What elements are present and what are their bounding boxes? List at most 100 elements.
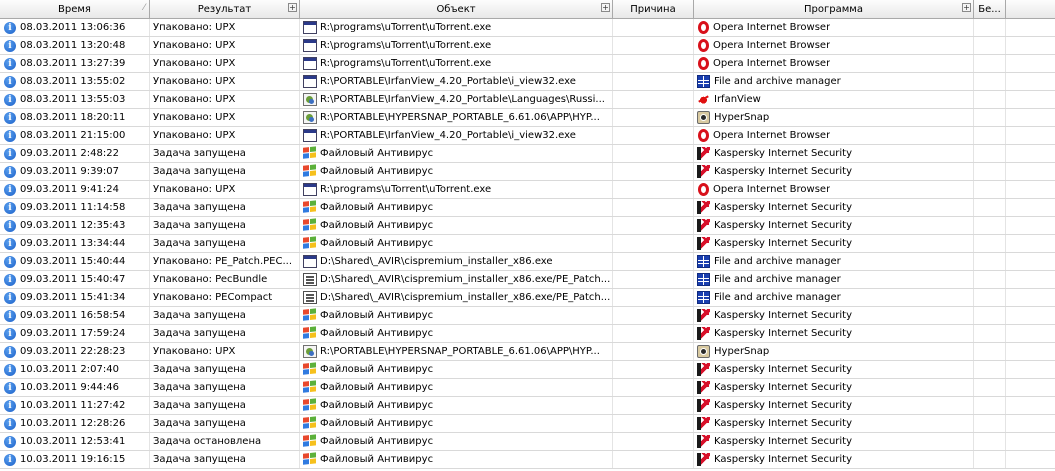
windows-flag-icon (303, 218, 317, 233)
column-header-object[interactable]: Объект + (300, 0, 613, 18)
cell-object: Файловый Антивирус (300, 163, 613, 180)
result-text: Упаковано: UPX (153, 22, 236, 33)
cell-time: i 10.03.2011 12:53:41 (0, 433, 150, 450)
column-header-be[interactable]: Бе... (974, 0, 1006, 18)
kaspersky-icon (697, 417, 710, 430)
table-row[interactable]: i 09.03.2011 15:40:47 Упаковано: PecBundle… (0, 271, 1055, 289)
object-text: Файловый Антивирус (320, 418, 434, 429)
object-text: R:\PORTABLE\IrfanView_4.20_Portable\i_vi… (320, 130, 576, 141)
table-row[interactable]: i 09.03.2011 13:34:44 Задача запущена Файло… (0, 235, 1055, 253)
program-text: File and archive manager (714, 292, 841, 303)
time-text: 09.03.2011 17:59:24 (20, 328, 126, 339)
table-row[interactable]: i 10.03.2011 11:27:42 Задача запущена Файло… (0, 397, 1055, 415)
cell-result: Упаковано: UPX (150, 127, 300, 144)
cell-be (974, 361, 1006, 378)
cell-be (974, 199, 1006, 216)
cell-program: Opera Internet Browser (694, 55, 974, 72)
cell-be (974, 397, 1006, 414)
windows-flag-icon (303, 452, 317, 467)
cell-reason (613, 307, 694, 324)
cell-time: i 08.03.2011 21:15:00 (0, 127, 150, 144)
cell-filler (1006, 19, 1055, 36)
info-icon: i (4, 399, 16, 412)
kaspersky-icon (697, 165, 710, 178)
cell-program: File and archive manager (694, 253, 974, 270)
cell-be (974, 325, 1006, 342)
table-row[interactable]: i 09.03.2011 16:58:54 Задача запущена Файло… (0, 307, 1055, 325)
cell-time: i 08.03.2011 13:55:03 (0, 91, 150, 108)
cell-result: Задача запущена (150, 379, 300, 396)
table-row[interactable]: i 08.03.2011 13:55:03 Упаковано: UPX R:\POR… (0, 91, 1055, 109)
table-row[interactable]: i 08.03.2011 21:15:00 Упаковано: UPX R:\POR… (0, 127, 1055, 145)
program-text: Opera Internet Browser (713, 58, 831, 69)
table-row[interactable]: i 09.03.2011 22:28:23 Упаковано: UPX R:\POR… (0, 343, 1055, 361)
result-text: Упаковано: UPX (153, 130, 236, 141)
program-text: Kaspersky Internet Security (714, 364, 853, 375)
table-row[interactable]: i 10.03.2011 19:16:15 Задача запущена Файло… (0, 451, 1055, 469)
cell-be (974, 271, 1006, 288)
cell-reason (613, 109, 694, 126)
object-text: R:\programs\uTorrent\uTorrent.exe (320, 40, 492, 51)
table-row[interactable]: i 08.03.2011 18:20:11 Упаковано: UPX R:\POR… (0, 109, 1055, 127)
cell-result: Задача запущена (150, 451, 300, 468)
table-row[interactable]: i 09.03.2011 17:59:24 Задача запущена Файло… (0, 325, 1055, 343)
object-text: Файловый Антивирус (320, 238, 434, 249)
column-header-result[interactable]: Результат + (150, 0, 300, 18)
time-text: 09.03.2011 9:39:07 (20, 166, 119, 177)
object-text: R:\PORTABLE\IrfanView_4.20_Portable\i_vi… (320, 76, 576, 87)
executable-file-icon (303, 129, 317, 142)
time-text: 09.03.2011 15:40:47 (20, 274, 126, 285)
column-header-program[interactable]: Программа + (694, 0, 974, 18)
table-row[interactable]: i 09.03.2011 15:41:34 Упаковано: PECompact… (0, 289, 1055, 307)
cell-result: Задача запущена (150, 145, 300, 162)
column-header-time[interactable]: Время ⁄ (0, 0, 150, 18)
table-row[interactable]: i 08.03.2011 13:27:39 Упаковано: UPX R:\pro… (0, 55, 1055, 73)
program-text: HyperSnap (714, 346, 770, 357)
info-icon: i (4, 453, 16, 466)
cell-be (974, 19, 1006, 36)
cell-program: Opera Internet Browser (694, 127, 974, 144)
object-text: Файловый Антивирус (320, 364, 434, 375)
column-header-filler (1006, 0, 1055, 18)
table-row[interactable]: i 10.03.2011 9:44:46 Задача запущена Файлов… (0, 379, 1055, 397)
cell-result: Задача запущена (150, 397, 300, 414)
cell-be (974, 109, 1006, 126)
object-text: R:\PORTABLE\IrfanView_4.20_Portable\Lang… (320, 94, 605, 105)
table-row[interactable]: i 09.03.2011 15:40:44 Упаковано: PE_Patch.… (0, 253, 1055, 271)
column-header-reason[interactable]: Причина (613, 0, 694, 18)
cell-time: i 09.03.2011 12:35:43 (0, 217, 150, 234)
cell-program: HyperSnap (694, 343, 974, 360)
program-text: Kaspersky Internet Security (714, 148, 853, 159)
time-text: 09.03.2011 15:40:44 (20, 256, 126, 267)
program-text: HyperSnap (714, 112, 770, 123)
column-filter-icon[interactable]: + (601, 3, 610, 12)
program-text: Kaspersky Internet Security (714, 310, 853, 321)
object-text: D:\Shared\_AVIR\cispremium_installer_x86… (320, 292, 611, 303)
opera-icon (698, 129, 709, 142)
table-row[interactable]: i 10.03.2011 2:07:40 Задача запущена Файлов… (0, 361, 1055, 379)
table-row[interactable]: i 10.03.2011 12:53:41 Задача остановлена Фа… (0, 433, 1055, 451)
cell-be (974, 307, 1006, 324)
table-row[interactable]: i 10.03.2011 12:28:26 Задача запущена Файло… (0, 415, 1055, 433)
cell-time: i 09.03.2011 17:59:24 (0, 325, 150, 342)
result-text: Задача запущена (153, 148, 246, 159)
table-row[interactable]: i 08.03.2011 13:06:36 Упаковано: UPX R:\pro… (0, 19, 1055, 37)
result-text: Задача запущена (153, 202, 246, 213)
table-row[interactable]: i 09.03.2011 2:48:22 Задача запущена Файлов… (0, 145, 1055, 163)
column-filter-icon[interactable]: + (288, 3, 297, 12)
table-row[interactable]: i 08.03.2011 13:55:02 Упаковано: UPX R:\POR… (0, 73, 1055, 91)
cell-program: File and archive manager (694, 271, 974, 288)
cell-reason (613, 145, 694, 162)
result-text: Задача остановлена (153, 436, 262, 447)
cell-program: Kaspersky Internet Security (694, 325, 974, 342)
cell-time: i 09.03.2011 22:28:23 (0, 343, 150, 360)
file-archive-manager-icon (697, 75, 710, 88)
cell-be (974, 181, 1006, 198)
table-row[interactable]: i 08.03.2011 13:20:48 Упаковано: UPX R:\pro… (0, 37, 1055, 55)
table-row[interactable]: i 09.03.2011 9:39:07 Задача запущена Файлов… (0, 163, 1055, 181)
table-row[interactable]: i 09.03.2011 12:35:43 Задача запущена Файло… (0, 217, 1055, 235)
column-filter-icon[interactable]: + (962, 3, 971, 12)
table-row[interactable]: i 09.03.2011 9:41:24 Упаковано: UPX R:\prog… (0, 181, 1055, 199)
table-row[interactable]: i 09.03.2011 11:14:58 Задача запущена Файло… (0, 199, 1055, 217)
cell-be (974, 37, 1006, 54)
